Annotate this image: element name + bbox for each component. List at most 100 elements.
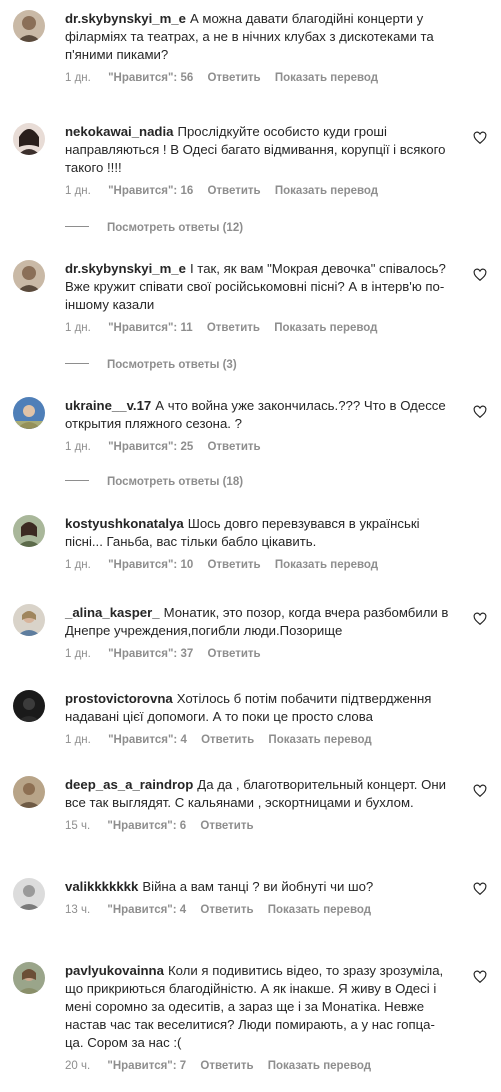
replies-divider (65, 363, 89, 365)
comment-text-block: ukraine__v.17 А что война уже закончилась… (65, 397, 457, 433)
comment-likes[interactable]: "Нравится": 11 (108, 322, 193, 334)
translate-button[interactable]: Показать перевод (275, 559, 378, 571)
view-replies-label: Посмотреть ответы (12) (107, 222, 244, 234)
like-heart-icon[interactable] (473, 131, 487, 145)
comment-username[interactable]: pavlyukovainna (65, 963, 164, 978)
comment-username[interactable]: deep_as_a_raindrop (65, 777, 193, 792)
replies-divider (65, 480, 89, 482)
like-heart-icon[interactable] (473, 268, 487, 282)
comment-username[interactable]: _alina_kasper_ (65, 605, 160, 620)
likes-count: 37 (180, 648, 194, 660)
comment-time: 1 дн. (65, 185, 91, 197)
avatar[interactable] (13, 123, 45, 155)
view-replies-button[interactable]: Посмотреть ответы (3) (65, 359, 237, 371)
likes-count: 16 (180, 185, 194, 197)
view-replies-button[interactable]: Посмотреть ответы (18) (65, 476, 243, 488)
likes-prefix: "Нравится": (108, 559, 178, 571)
comment-text-block: prostovictorovna Хотілось б потім побачит… (65, 690, 457, 726)
comment-likes[interactable]: "Нравится": 25 (108, 441, 193, 453)
comment-likes[interactable]: "Нравится": 4 (108, 734, 187, 746)
likes-prefix: "Нравится": (108, 72, 178, 84)
reply-button[interactable]: Ответить (207, 322, 260, 334)
likes-count: 56 (180, 72, 194, 84)
comment-likes[interactable]: "Нравится": 56 (108, 72, 193, 84)
reply-button[interactable]: Ответить (200, 1060, 253, 1072)
comment-likes[interactable]: "Нравится": 16 (108, 185, 193, 197)
comment-text-block: dr.skybynskyi_m_e І так, як вам "Мокрая д… (65, 260, 457, 314)
comment-meta: 20 ч. "Нравится": 7 Ответить Показать пе… (65, 1060, 457, 1072)
like-heart-icon[interactable] (473, 405, 487, 419)
comment-username[interactable]: nekokawai_nadia (65, 124, 173, 139)
reply-button[interactable]: Ответить (207, 441, 260, 453)
comment-meta: 1 дн. "Нравится": 4 Ответить Показать пе… (65, 734, 457, 746)
like-heart-icon[interactable] (473, 784, 487, 798)
comment-time: 1 дн. (65, 441, 91, 453)
comment-time: 20 ч. (65, 1060, 91, 1072)
avatar[interactable] (13, 776, 45, 808)
comment-time: 13 ч. (65, 904, 91, 916)
avatar[interactable] (13, 397, 45, 429)
likes-count: 10 (180, 559, 194, 571)
likes-prefix: "Нравится": (108, 648, 178, 660)
likes-prefix: "Нравится": (107, 1060, 177, 1072)
comment-meta: 13 ч. "Нравится": 4 Ответить Показать пе… (65, 904, 457, 916)
comment-time: 1 дн. (65, 72, 91, 84)
likes-prefix: "Нравится": (107, 820, 177, 832)
view-replies-button[interactable]: Посмотреть ответы (12) (65, 222, 243, 234)
comment-likes[interactable]: "Нравится": 6 (107, 820, 186, 832)
likes-count: 25 (180, 441, 194, 453)
translate-button[interactable]: Показать перевод (274, 322, 377, 334)
comment-username[interactable]: prostovictorovna (65, 691, 173, 706)
comment-username[interactable]: ukraine__v.17 (65, 398, 151, 413)
comment-likes[interactable]: "Нравится": 4 (107, 904, 186, 916)
replies-divider (65, 226, 89, 228)
comment-text-block: kostyushkonatalya Шось довго перевзувався… (65, 515, 457, 551)
reply-button[interactable]: Ответить (200, 820, 253, 832)
likes-count: 4 (180, 734, 187, 746)
reply-button[interactable]: Ответить (201, 734, 254, 746)
comment-likes[interactable]: "Нравится": 37 (108, 648, 193, 660)
avatar[interactable] (13, 10, 45, 42)
translate-button[interactable]: Показать перевод (275, 72, 378, 84)
translate-button[interactable]: Показать перевод (268, 904, 371, 916)
reply-button[interactable]: Ответить (207, 559, 260, 571)
reply-button[interactable]: Ответить (200, 904, 253, 916)
like-heart-icon[interactable] (473, 612, 487, 626)
likes-prefix: "Нравится": (107, 904, 177, 916)
comment-time: 1 дн. (65, 559, 91, 571)
comment-text-block: deep_as_a_raindrop Да да , благотворитель… (65, 776, 457, 812)
comment-username[interactable]: kostyushkonatalya (65, 516, 184, 531)
comment-username[interactable]: dr.skybynskyi_m_e (65, 261, 186, 276)
view-replies-label: Посмотреть ответы (3) (107, 359, 237, 371)
reply-button[interactable]: Ответить (207, 185, 260, 197)
comment-username[interactable]: dr.skybynskyi_m_e (65, 11, 186, 26)
like-heart-icon[interactable] (473, 882, 487, 896)
like-heart-icon[interactable] (473, 970, 487, 984)
comment-text-block: nekokawai_nadia Прослідкуйте особисто куд… (65, 123, 457, 177)
comment-meta: 1 дн. "Нравится": 25 Ответить (65, 441, 457, 453)
reply-button[interactable]: Ответить (207, 648, 260, 660)
translate-button[interactable]: Показать перевод (268, 1060, 371, 1072)
avatar[interactable] (13, 260, 45, 292)
avatar[interactable] (13, 604, 45, 636)
likes-prefix: "Нравится": (108, 441, 178, 453)
avatar[interactable] (13, 690, 45, 722)
avatar[interactable] (13, 962, 45, 994)
avatar[interactable] (13, 515, 45, 547)
comment-meta: 1 дн. "Нравится": 37 Ответить (65, 648, 457, 660)
reply-button[interactable]: Ответить (207, 72, 260, 84)
comment-time: 1 дн. (65, 322, 91, 334)
comment-meta: 1 дн. "Нравится": 16 Ответить Показать п… (65, 185, 457, 197)
likes-count: 7 (179, 1060, 187, 1072)
comment-text-block: _alina_kasper_ Монатик, это позор, когда … (65, 604, 457, 640)
comment-text: Війна а вам танці ? ви йобнуті чи шо? (142, 879, 374, 894)
translate-button[interactable]: Показать перевод (275, 185, 378, 197)
comment-username[interactable]: valikkkkkkk (65, 879, 138, 894)
avatar[interactable] (13, 878, 45, 910)
likes-prefix: "Нравится": (108, 322, 178, 334)
comment-likes[interactable]: "Нравится": 7 (107, 1060, 186, 1072)
translate-button[interactable]: Показать перевод (268, 734, 371, 746)
comment-time: 1 дн. (65, 734, 91, 746)
comment-likes[interactable]: "Нравится": 10 (108, 559, 193, 571)
comment-meta: 1 дн. "Нравится": 56 Ответить Показать п… (65, 72, 457, 84)
